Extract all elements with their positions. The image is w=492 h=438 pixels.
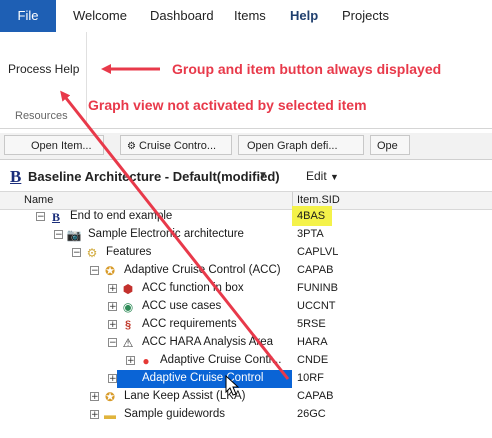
mouse-cursor-icon: [225, 374, 240, 396]
annotation-arrows: [60, 64, 290, 396]
arrow-from-selected-item: [60, 90, 290, 380]
